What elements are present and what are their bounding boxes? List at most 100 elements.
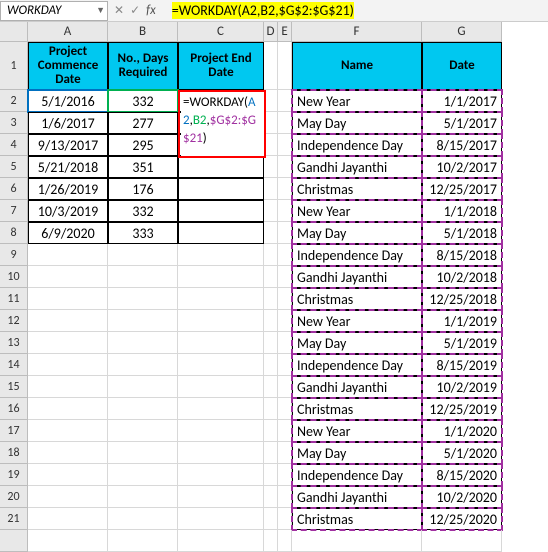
cell-E5[interactable]: [278, 156, 292, 178]
cell-C20[interactable]: [178, 486, 264, 508]
cell-B6[interactable]: 176: [108, 178, 178, 200]
cell-F5[interactable]: Gandhi Jayanthi: [292, 156, 422, 178]
cell-F13[interactable]: May Day: [292, 332, 422, 354]
cell-B9[interactable]: [108, 244, 178, 266]
cell-G13[interactable]: 5/1/2019: [422, 332, 502, 354]
row-header-20[interactable]: 20: [0, 486, 28, 508]
spreadsheet-grid[interactable]: ABCDEFG1Project Commence DateNo., Days R…: [0, 22, 548, 552]
cell-C12[interactable]: [178, 310, 264, 332]
cell-B13[interactable]: [108, 332, 178, 354]
row-header-12[interactable]: 12: [0, 310, 28, 332]
cell-D19[interactable]: [264, 464, 278, 486]
cell-G14[interactable]: 8/15/2019: [422, 354, 502, 376]
select-all[interactable]: [0, 22, 28, 42]
cell-C14[interactable]: [178, 354, 264, 376]
cell-B7[interactable]: 332: [108, 200, 178, 222]
cell-G18[interactable]: 5/1/2020: [422, 442, 502, 464]
cell-D3[interactable]: [264, 112, 278, 134]
cell-A19[interactable]: [28, 464, 108, 486]
cell-D12[interactable]: [264, 310, 278, 332]
cell-F6[interactable]: Christmas: [292, 178, 422, 200]
cell-C17[interactable]: [178, 420, 264, 442]
cell-E16[interactable]: [278, 398, 292, 420]
cell-C6[interactable]: [178, 178, 264, 200]
cell-A6[interactable]: 1/26/2019: [28, 178, 108, 200]
row-header-10[interactable]: 10: [0, 266, 28, 288]
cell-B2[interactable]: 332: [108, 90, 178, 112]
cell-F17[interactable]: New Year: [292, 420, 422, 442]
cell-A5[interactable]: 5/21/2018: [28, 156, 108, 178]
cell-E20[interactable]: [278, 486, 292, 508]
cancel-icon[interactable]: ✕: [114, 3, 124, 18]
row-header-18[interactable]: 18: [0, 442, 28, 464]
row-header-19[interactable]: 19: [0, 464, 28, 486]
cell-G5[interactable]: 10/2/2017: [422, 156, 502, 178]
cell-A22[interactable]: [28, 530, 108, 552]
cell-D22[interactable]: [264, 530, 278, 552]
cell-C16[interactable]: [178, 398, 264, 420]
name-box[interactable]: WORKDAY ▼: [0, 1, 108, 21]
cell-C7[interactable]: [178, 200, 264, 222]
cell-D20[interactable]: [264, 486, 278, 508]
cell-B5[interactable]: 351: [108, 156, 178, 178]
cell-A14[interactable]: [28, 354, 108, 376]
cell-A4[interactable]: 9/13/2017: [28, 134, 108, 156]
row-header-21[interactable]: 21: [0, 508, 28, 530]
cell-D14[interactable]: [264, 354, 278, 376]
cell-G7[interactable]: 1/1/2018: [422, 200, 502, 222]
cell-E18[interactable]: [278, 442, 292, 464]
cell-A20[interactable]: [28, 486, 108, 508]
row-header-3[interactable]: 3: [0, 112, 28, 134]
cell-B20[interactable]: [108, 486, 178, 508]
cell-G8[interactable]: 5/1/2018: [422, 222, 502, 244]
cell-E22[interactable]: [278, 530, 292, 552]
cell-D7[interactable]: [264, 200, 278, 222]
cell-B16[interactable]: [108, 398, 178, 420]
col-header-C[interactable]: C: [178, 22, 264, 42]
fx-icon[interactable]: fx: [146, 3, 160, 18]
cell-D16[interactable]: [264, 398, 278, 420]
cell-B8[interactable]: 333: [108, 222, 178, 244]
cell-C22[interactable]: [178, 530, 264, 552]
row-header-14[interactable]: 14: [0, 354, 28, 376]
cell-B21[interactable]: [108, 508, 178, 530]
cell-A16[interactable]: [28, 398, 108, 420]
cell-A8[interactable]: 6/9/2020: [28, 222, 108, 244]
cell-E9[interactable]: [278, 244, 292, 266]
name-box-dropdown-icon[interactable]: ▼: [96, 5, 105, 16]
cell-C9[interactable]: [178, 244, 264, 266]
cell-B18[interactable]: [108, 442, 178, 464]
cell-C2[interactable]: =WORKDAY(A2,B2,$G$2:$G$21): [178, 90, 264, 112]
cell-A7[interactable]: 10/3/2019: [28, 200, 108, 222]
cell-F9[interactable]: Independence Day: [292, 244, 422, 266]
cell-F3[interactable]: May Day: [292, 112, 422, 134]
formula-editing[interactable]: =WORKDAY(A2,B2,$G$2:$G$21): [181, 92, 265, 156]
cell-G15[interactable]: 10/2/2019: [422, 376, 502, 398]
cell-B22[interactable]: [108, 530, 178, 552]
cell-F19[interactable]: Independence Day: [292, 464, 422, 486]
cell-D15[interactable]: [264, 376, 278, 398]
cell-G2[interactable]: 1/1/2017: [422, 90, 502, 112]
cell-C15[interactable]: [178, 376, 264, 398]
cell-E4[interactable]: [278, 134, 292, 156]
row-header-7[interactable]: 7: [0, 200, 28, 222]
cell-D6[interactable]: [264, 178, 278, 200]
col-header-D[interactable]: D: [264, 22, 278, 42]
cell-D18[interactable]: [264, 442, 278, 464]
col-header-E[interactable]: E: [278, 22, 292, 42]
cell-C13[interactable]: [178, 332, 264, 354]
cell-F15[interactable]: Gandhi Jayanthi: [292, 376, 422, 398]
cell-G10[interactable]: 10/2/2018: [422, 266, 502, 288]
cell-B3[interactable]: 277: [108, 112, 178, 134]
cell-D8[interactable]: [264, 222, 278, 244]
cell-E6[interactable]: [278, 178, 292, 200]
cell-B17[interactable]: [108, 420, 178, 442]
cell-G20[interactable]: 10/2/2020: [422, 486, 502, 508]
col-header-B[interactable]: B: [108, 22, 178, 42]
cell-F22[interactable]: [292, 530, 422, 552]
cell-A2[interactable]: 5/1/2016: [28, 90, 108, 112]
cell-D2[interactable]: [264, 90, 278, 112]
cell-F2[interactable]: New Year: [292, 90, 422, 112]
cell-G6[interactable]: 12/25/2017: [422, 178, 502, 200]
cell-A13[interactable]: [28, 332, 108, 354]
